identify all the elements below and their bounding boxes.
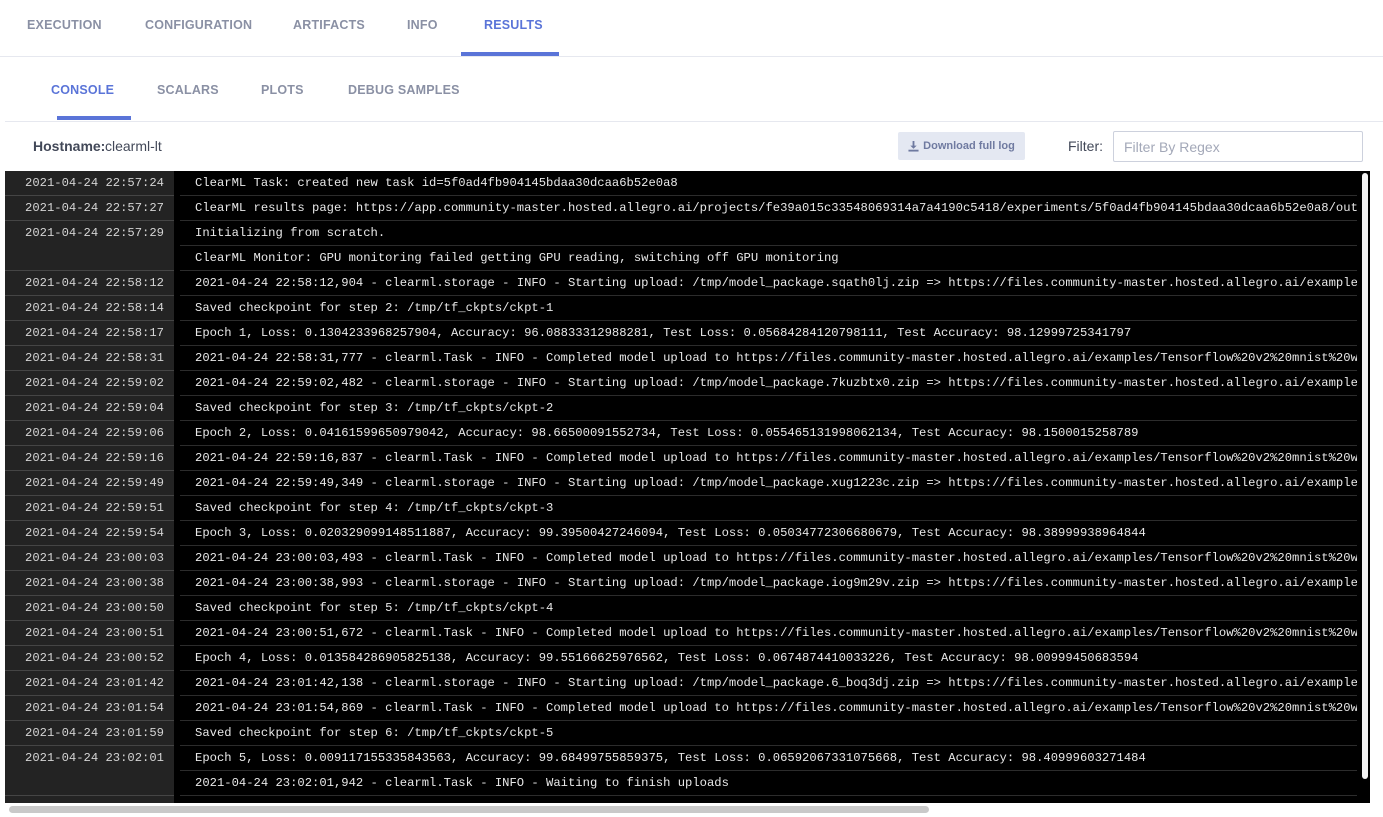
log-message: Saved checkpoint for step 3: /tmp/tf_ckp… (195, 401, 554, 415)
log-row: 2021-04-24 22:58:17 Epoch 1, Loss: 0.1304… (5, 321, 1357, 346)
log-message: 2021-04-24 22:59:49,349 - clearml.storag… (195, 476, 1357, 490)
log-row: 2021-04-24 23:02:01 Epoch 5, Loss: 0.0091… (5, 746, 1357, 771)
log-message: 2021-04-24 23:00:51,672 - clearml.Task -… (195, 626, 1357, 640)
log-row: 2021-04-24 22:59:06 Epoch 2, Loss: 0.0416… (5, 421, 1357, 446)
log-row: 2021-04-24 22:58:14 Saved checkpoint for … (5, 296, 1357, 321)
filter-input[interactable] (1113, 131, 1363, 162)
log-timestamp: 2021-04-24 22:59:51 (25, 501, 164, 515)
row-divider (5, 795, 174, 796)
filter-label: Filter: (1068, 138, 1103, 154)
log-timestamp: 2021-04-24 23:01:59 (25, 726, 164, 740)
log-message: 2021-04-24 22:58:12,904 - clearml.storag… (195, 276, 1357, 290)
tab-debug-samples[interactable]: DEBUG SAMPLES (348, 83, 460, 97)
log-row: 2021-04-24 23:00:38 2021-04-24 23:00:38,9… (5, 571, 1357, 596)
tab-scalars[interactable]: SCALARS (157, 83, 219, 97)
log-message: Saved checkpoint for step 5: /tmp/tf_ckp… (195, 601, 554, 615)
log-row: 2021-04-24 22:57:29 Initializing from scr… (5, 221, 1357, 246)
log-timestamp: 2021-04-24 22:59:04 (25, 401, 164, 415)
log-timestamp: 2021-04-24 23:00:51 (25, 626, 164, 640)
log-message: Initializing from scratch. (195, 226, 386, 240)
log-row: 2021-04-24 22:58:12 2021-04-24 22:58:12,9… (5, 271, 1357, 296)
log-message: Epoch 2, Loss: 0.04161599650979042, Accu… (195, 426, 1139, 440)
log-message: 2021-04-24 23:01:54,869 - clearml.Task -… (195, 701, 1357, 715)
tab-execution[interactable]: EXECUTION (27, 18, 102, 32)
log-message: 2021-04-24 22:59:02,482 - clearml.storag… (195, 376, 1357, 390)
log-row: 2021-04-24 22:58:31 2021-04-24 22:58:31,7… (5, 346, 1357, 371)
log-row: 2021-04-24 23:00:51 2021-04-24 23:00:51,6… (5, 621, 1357, 646)
log-message: Saved checkpoint for step 4: /tmp/tf_ckp… (195, 501, 554, 515)
log-timestamp: 2021-04-24 23:00:03 (25, 551, 164, 565)
log-message: Saved checkpoint for step 2: /tmp/tf_ckp… (195, 301, 554, 315)
log-timestamp: 2021-04-24 22:58:17 (25, 326, 164, 340)
tab-artifacts[interactable]: ARTIFACTS (293, 18, 365, 32)
log-row: 2021-04-24 23:00:50 Saved checkpoint for … (5, 596, 1357, 621)
log-row: 2021-04-24 23:00:52 Epoch 4, Loss: 0.0135… (5, 646, 1357, 671)
log-message: Epoch 4, Loss: 0.013584286905825138, Acc… (195, 651, 1139, 665)
log-timestamp: 2021-04-24 23:02:01 (25, 751, 164, 765)
vertical-scrollbar[interactable] (1362, 173, 1368, 779)
log-row: 2021-04-24 22:59:54 Epoch 3, Loss: 0.0203… (5, 521, 1357, 546)
log-row: 2021-04-24 22:59:02 2021-04-24 22:59:02,4… (5, 371, 1357, 396)
log-message: Epoch 5, Loss: 0.009117155335843563, Acc… (195, 751, 1146, 765)
log-timestamp: 2021-04-24 22:58:31 (25, 351, 164, 365)
log-timestamp: 2021-04-24 23:01:54 (25, 701, 164, 715)
log-row: 2021-04-24 22:59:51 Saved checkpoint for … (5, 496, 1357, 521)
log-message: 2021-04-24 23:02:01,942 - clearml.Task -… (195, 776, 729, 790)
download-full-log-button[interactable]: Download full log (898, 132, 1025, 160)
tab-info[interactable]: INFO (407, 18, 438, 32)
log-row: ClearML Monitor: GPU monitoring failed g… (5, 246, 1357, 271)
log-message: 2021-04-24 22:59:16,837 - clearml.Task -… (195, 451, 1357, 465)
log-timestamp: 2021-04-24 22:59:06 (25, 426, 164, 440)
download-button-label: Download full log (923, 140, 1015, 152)
download-icon (908, 140, 919, 152)
active-subtab-indicator (57, 116, 131, 120)
row-divider (180, 795, 1357, 796)
log-message: 2021-04-24 23:01:42,138 - clearml.storag… (195, 676, 1357, 690)
log-message: Saved checkpoint for step 6: /tmp/tf_ckp… (195, 726, 554, 740)
log-timestamp: 2021-04-24 22:59:02 (25, 376, 164, 390)
active-tab-indicator (461, 52, 559, 56)
log-message: 2021-04-24 22:58:31,777 - clearml.Task -… (195, 351, 1357, 365)
log-row: 2021-04-24 23:02:01,942 - clearml.Task -… (5, 771, 1357, 796)
horizontal-scrollbar[interactable] (9, 806, 929, 813)
console-log[interactable]: 2021-04-24 22:57:24 ClearML Task: created… (5, 171, 1370, 803)
log-message: ClearML Task: created new task id=5f0ad4… (195, 176, 678, 190)
hostname-value: clearml-lt (105, 138, 162, 154)
log-message: ClearML Monitor: GPU monitoring failed g… (195, 251, 839, 265)
log-row: 2021-04-24 23:01:42 2021-04-24 23:01:42,1… (5, 671, 1357, 696)
tab-configuration[interactable]: CONFIGURATION (145, 18, 252, 32)
log-row: 2021-04-24 23:00:03 2021-04-24 23:00:03,4… (5, 546, 1357, 571)
log-row: 2021-04-24 22:57:27 ClearML results page:… (5, 196, 1357, 221)
log-row: 2021-04-24 22:59:04 Saved checkpoint for … (5, 396, 1357, 421)
log-timestamp: 2021-04-24 23:00:38 (25, 576, 164, 590)
log-message: Epoch 1, Loss: 0.1304233968257904, Accur… (195, 326, 1132, 340)
log-message: 2021-04-24 23:00:38,993 - clearml.storag… (195, 576, 1357, 590)
log-timestamp: 2021-04-24 22:59:54 (25, 526, 164, 540)
log-timestamp: 2021-04-24 23:00:50 (25, 601, 164, 615)
log-row: 2021-04-24 23:01:54 2021-04-24 23:01:54,8… (5, 696, 1357, 721)
log-timestamp: 2021-04-24 22:59:49 (25, 476, 164, 490)
log-message: ClearML results page: https://app.commun… (195, 201, 1357, 215)
log-row: 2021-04-24 22:57:24 ClearML Task: created… (5, 171, 1357, 196)
log-message: 2021-04-24 23:00:03,493 - clearml.Task -… (195, 551, 1357, 565)
log-row: 2021-04-24 23:01:59 Saved checkpoint for … (5, 721, 1357, 746)
results-subtab-bar: CONSOLE SCALARS PLOTS DEBUG SAMPLES (5, 57, 1383, 122)
tab-plots[interactable]: PLOTS (261, 83, 304, 97)
log-timestamp: 2021-04-24 23:00:52 (25, 651, 164, 665)
log-timestamp: 2021-04-24 22:57:24 (25, 176, 164, 190)
hostname-label: Hostname: (33, 138, 106, 154)
log-timestamp: 2021-04-24 22:58:14 (25, 301, 164, 315)
log-timestamp: 2021-04-24 22:57:27 (25, 201, 164, 215)
log-timestamp: 2021-04-24 22:57:29 (25, 226, 164, 240)
log-row: 2021-04-24 22:59:16 2021-04-24 22:59:16,8… (5, 446, 1357, 471)
tab-results[interactable]: RESULTS (484, 18, 543, 32)
log-row: 2021-04-24 22:59:49 2021-04-24 22:59:49,3… (5, 471, 1357, 496)
top-tab-bar: EXECUTION CONFIGURATION ARTIFACTS INFO R… (0, 0, 1383, 57)
log-message: Epoch 3, Loss: 0.020329099148511887, Acc… (195, 526, 1146, 540)
tab-console[interactable]: CONSOLE (51, 83, 114, 97)
log-timestamp: 2021-04-24 22:59:16 (25, 451, 164, 465)
log-timestamp: 2021-04-24 22:58:12 (25, 276, 164, 290)
log-timestamp: 2021-04-24 23:01:42 (25, 676, 164, 690)
